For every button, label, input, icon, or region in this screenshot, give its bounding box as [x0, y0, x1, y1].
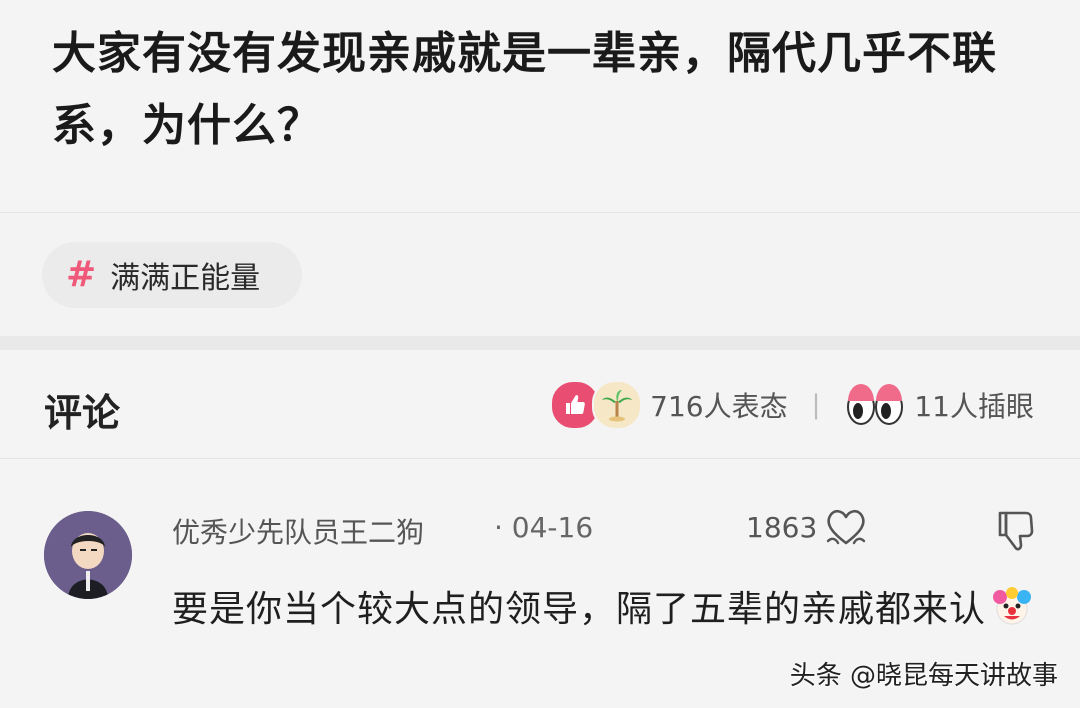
avatar[interactable]: [44, 511, 132, 599]
question-title[interactable]: 大家有没有发现亲戚就是一辈亲，隔代几乎不联系，为什么？: [52, 18, 1052, 162]
question-header: 大家有没有发现亲戚就是一辈亲，隔代几乎不联系，为什么？: [0, 0, 1080, 212]
comment-username[interactable]: 优秀少先队员王二狗: [172, 511, 424, 551]
watermark: 头条 @晓昆每天讲故事: [789, 661, 1058, 691]
reactions-bar[interactable]: 716人表态 | 11人插眼: [550, 380, 1034, 430]
comment-like-count: 1863: [746, 511, 818, 544]
palm-tree-icon: [592, 380, 643, 430]
comments-header: 评论 716人表态 | 11人插眼: [0, 350, 1080, 458]
divider: |: [811, 390, 821, 420]
page: 大家有没有发现亲戚就是一辈亲，隔代几乎不联系，为什么？ # 满满正能量 评论 7…: [0, 0, 1080, 708]
react-count: 716人表态: [650, 390, 788, 423]
comment-date: · 04-16: [494, 511, 594, 544]
divider: [0, 212, 1080, 213]
eyes-icon: [844, 382, 906, 428]
dislike-icon[interactable]: [996, 509, 1036, 553]
comment-text: 要是你当个较大点的领导，隔了五辈的亲戚都来认: [172, 589, 987, 630]
eye-count: 11人插眼: [914, 390, 1034, 423]
comments-title: 评论: [44, 391, 121, 435]
hash-icon: #: [66, 254, 97, 295]
section-separator: [0, 336, 1080, 350]
like-heart-icon[interactable]: [822, 503, 870, 551]
comment-body: 要是你当个较大点的领导，隔了五辈的亲戚都来认: [172, 575, 1032, 645]
topic-label: 满满正能量: [110, 261, 261, 296]
topic-tag[interactable]: # 满满正能量: [42, 242, 302, 308]
clown-icon: [992, 581, 1032, 625]
